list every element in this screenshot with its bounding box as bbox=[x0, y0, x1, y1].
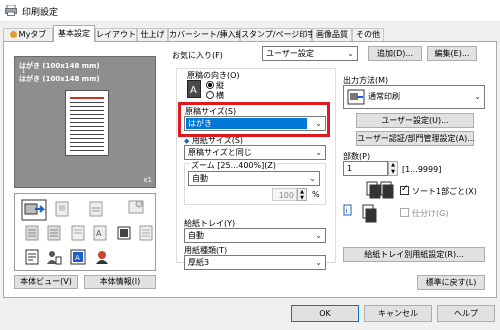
svg-text:A: A bbox=[190, 85, 197, 96]
zoom-percent-input[interactable]: 100 bbox=[272, 188, 297, 201]
svg-text:A: A bbox=[75, 254, 80, 262]
tab-label: レイアウト bbox=[96, 30, 136, 39]
ok-button[interactable]: OK bbox=[291, 305, 359, 322]
printer-icon bbox=[5, 5, 17, 16]
booklet-icon[interactable]: A bbox=[91, 224, 109, 242]
diamond-icon: ◆ bbox=[184, 137, 190, 145]
tab-cover-sheet[interactable]: カバーシート/挿入紙 bbox=[168, 28, 244, 41]
tab-finishing[interactable]: 仕上げ bbox=[137, 28, 168, 41]
landscape-radio[interactable] bbox=[206, 91, 214, 99]
percent-unit: % bbox=[312, 190, 320, 199]
chevron-down-icon: ⌄ bbox=[315, 148, 322, 157]
page-preview: はがき (100x148 mm) ↓ はがき (100x148 mm) x1 bbox=[14, 56, 156, 188]
portrait-orientation-icon: A bbox=[187, 80, 201, 98]
document-icon[interactable] bbox=[23, 248, 41, 266]
chevron-down-icon: ⌄ bbox=[347, 49, 354, 58]
tab-label: カバーシート/挿入紙 bbox=[169, 30, 244, 39]
favorites-dropdown[interactable]: ユーザー設定 ⌄ bbox=[262, 46, 358, 61]
chevron-down-icon: ⌄ bbox=[315, 231, 322, 240]
print-settings-window: 印刷設定 Myタブ 基本設定 レイアウト 仕上げ カバーシート/挿入紙 スタンプ… bbox=[0, 0, 500, 330]
add-favorite-button[interactable]: 追加(D)... bbox=[368, 46, 422, 61]
preview-original-size: はがき (100x148 mm) bbox=[19, 62, 100, 70]
chevron-down-icon: ⌄ bbox=[315, 258, 322, 267]
favorites-value: ユーザー設定 bbox=[266, 49, 314, 58]
paper-size-dropdown[interactable]: 原稿サイズと同じ ⌄ bbox=[184, 145, 326, 160]
normal-print-icon bbox=[347, 89, 365, 105]
tab-label: 仕上げ bbox=[140, 30, 165, 39]
copies-spinner[interactable]: ▲ ▼ bbox=[388, 161, 398, 176]
user-auth-settings-button[interactable]: ユーザー認証/部門管理設定(A)... bbox=[356, 131, 475, 146]
collate-label: ソート1部ごと(X) bbox=[412, 187, 477, 196]
printer-info-button[interactable]: 本体情報(I) bbox=[84, 275, 156, 289]
tab-label: その他 bbox=[356, 30, 380, 39]
zoom-spinner[interactable]: ▲ ▼ bbox=[297, 188, 307, 201]
collate-checkbox[interactable] bbox=[400, 184, 409, 195]
account-track-icon[interactable]: A bbox=[69, 248, 87, 266]
user-settings-button[interactable]: ユーザー設定(U)... bbox=[356, 113, 474, 128]
paper-size-label-text: 用紙サイズ(S) bbox=[191, 136, 244, 145]
copies-range: [1...9999] bbox=[402, 165, 442, 174]
tab-label: スタンプ/ページ印字 bbox=[241, 30, 316, 39]
device-icon-grid: A A bbox=[14, 193, 156, 271]
help-button[interactable]: ヘルプ bbox=[437, 305, 495, 322]
paper-tray-value: 自動 bbox=[188, 231, 204, 240]
zoom-value: 自動 bbox=[192, 174, 208, 183]
preview-page bbox=[65, 90, 109, 156]
output-method-dropdown[interactable]: 通常印刷 ⌄ bbox=[343, 85, 485, 109]
tray-icon[interactable] bbox=[87, 200, 105, 218]
duplex-unit-icon[interactable] bbox=[21, 198, 47, 222]
chevron-down-icon: ⌄ bbox=[309, 174, 316, 183]
chevron-down-icon: ⌄ bbox=[474, 92, 481, 101]
svg-text:A: A bbox=[96, 229, 102, 238]
preview-scale: x1 bbox=[143, 176, 152, 184]
tab-layout[interactable]: レイアウト bbox=[95, 28, 137, 41]
paper-type-dropdown[interactable]: 厚紙3 ⌄ bbox=[184, 255, 326, 270]
preview-text-block bbox=[70, 102, 104, 152]
window-title: 印刷設定 bbox=[22, 8, 59, 18]
zoom-dropdown[interactable]: 自動 ⌄ bbox=[188, 171, 320, 186]
tab-strip: Myタブ 基本設定 レイアウト 仕上げ カバーシート/挿入紙 スタンプ/ページ印… bbox=[0, 25, 500, 42]
offset-checkbox[interactable] bbox=[400, 208, 409, 217]
large-capacity-icon[interactable] bbox=[137, 224, 155, 242]
svg-text:i: i bbox=[346, 207, 348, 215]
restore-defaults-button[interactable]: 標準に戻す(L) bbox=[417, 275, 485, 290]
stapler-icon[interactable] bbox=[23, 224, 41, 242]
copies-input[interactable]: 1 bbox=[343, 161, 388, 176]
tab-other[interactable]: その他 bbox=[352, 28, 384, 41]
tab-label: Myタブ bbox=[18, 30, 47, 39]
highlight-box bbox=[178, 102, 330, 137]
output-tray-icon[interactable] bbox=[115, 224, 133, 242]
options-icon[interactable] bbox=[127, 198, 145, 216]
paper-tray-dropdown[interactable]: 自動 ⌄ bbox=[184, 228, 326, 243]
output-method-value: 通常印刷 bbox=[368, 92, 400, 101]
favorites-label: お気に入り(F) bbox=[172, 51, 223, 60]
punch-icon[interactable] bbox=[45, 224, 63, 242]
offset-label: 仕分け(G) bbox=[412, 209, 449, 218]
collate-icon bbox=[366, 181, 394, 199]
tab-label: 基本設定 bbox=[58, 29, 90, 38]
user-icon bbox=[9, 31, 17, 38]
printer-view-button[interactable]: 本体ビュー(V) bbox=[14, 275, 78, 289]
tab-image-quality[interactable]: 画像品質 bbox=[312, 28, 352, 41]
tab-label: 画像品質 bbox=[316, 30, 348, 39]
preview-paper-size: はがき (100x148 mm) bbox=[19, 75, 100, 83]
fold-icon[interactable] bbox=[69, 224, 87, 242]
edit-favorite-button[interactable]: 編集(E)... bbox=[427, 46, 477, 61]
zoom-label: ズーム [25...400%](Z) bbox=[190, 160, 277, 171]
finisher-icon[interactable] bbox=[53, 200, 71, 218]
portrait-radio[interactable] bbox=[206, 81, 214, 89]
user-auth-icon[interactable] bbox=[45, 248, 63, 266]
title-bar: 印刷設定 bbox=[0, 0, 500, 22]
preview-text-line bbox=[70, 97, 104, 99]
landscape-label: 横 bbox=[216, 91, 224, 100]
paper-type-value: 厚紙3 bbox=[188, 258, 210, 267]
secure-print-icon[interactable] bbox=[93, 248, 111, 266]
offset-icon: i bbox=[343, 204, 377, 223]
cancel-button[interactable]: キャンセル bbox=[364, 305, 432, 322]
tab-my-tab[interactable]: Myタブ bbox=[3, 28, 53, 41]
tray-paper-settings-button[interactable]: 給紙トレイ別用紙設定(R)... bbox=[343, 247, 485, 262]
paper-size-value: 原稿サイズと同じ bbox=[188, 148, 252, 157]
tab-stamp[interactable]: スタンプ/ページ印字 bbox=[240, 28, 316, 41]
tab-basic[interactable]: 基本設定 bbox=[53, 25, 95, 42]
